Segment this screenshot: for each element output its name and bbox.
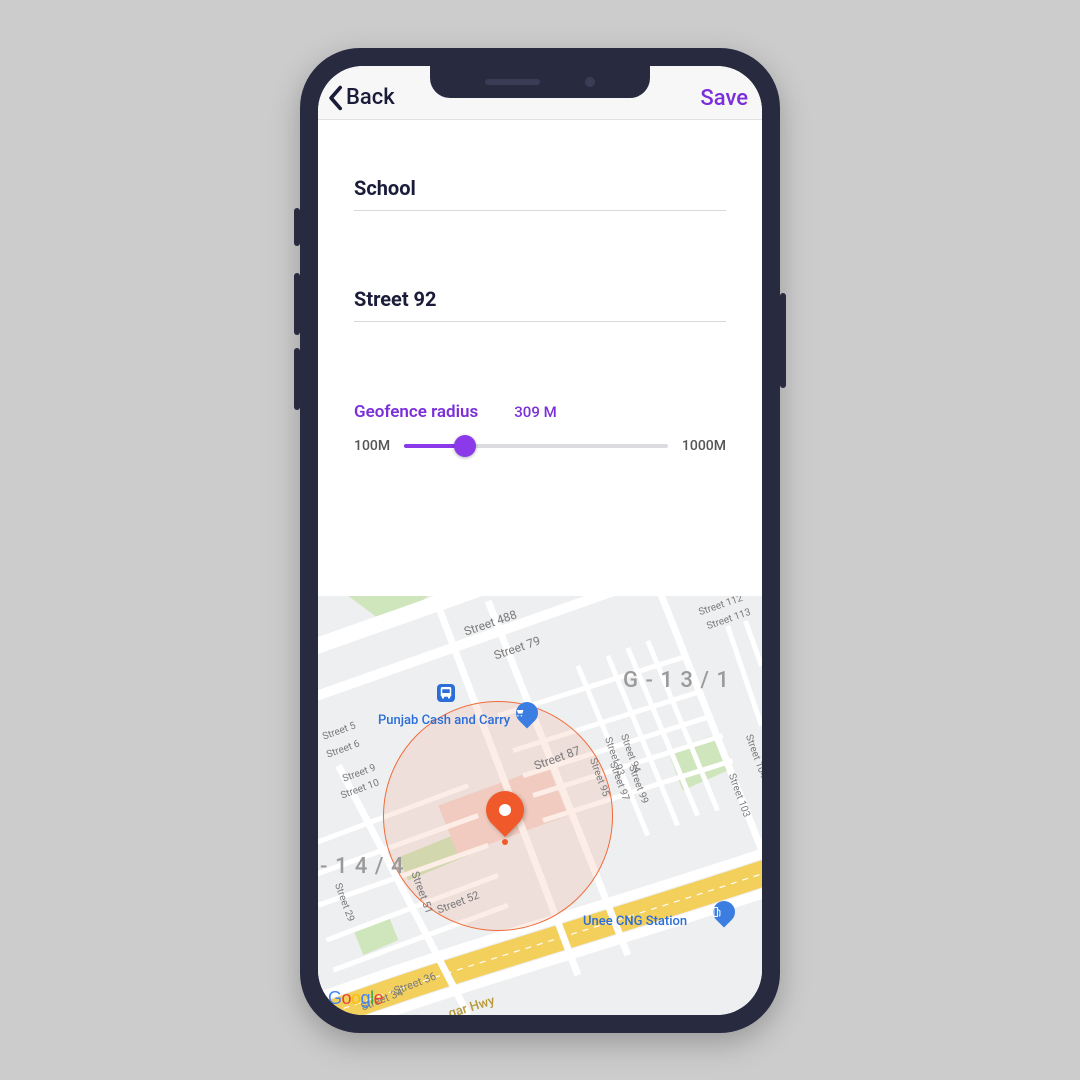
poi-pin-fuel[interactable] bbox=[713, 901, 737, 933]
poi-pin-shop[interactable] bbox=[516, 702, 540, 734]
power-button bbox=[780, 293, 786, 388]
back-label: Back bbox=[346, 85, 395, 110]
pin-icon bbox=[478, 783, 532, 837]
phone-frame: Back Save School Street 92 Geofence radi… bbox=[300, 48, 780, 1033]
geofence-value: 309 M bbox=[514, 403, 556, 421]
screen: Back Save School Street 92 Geofence radi… bbox=[318, 66, 762, 1015]
area-label-1: G - 1 3 / 1 bbox=[623, 668, 730, 693]
address-field[interactable]: Street 92 bbox=[354, 281, 726, 322]
mute-switch bbox=[294, 208, 300, 246]
poi-label-fuel[interactable]: Unee CNG Station bbox=[583, 914, 687, 929]
speaker-grille bbox=[485, 79, 540, 85]
slider-max: 1000M bbox=[682, 438, 726, 454]
geofence-section: Geofence radius 309 M 100M 1000M bbox=[354, 402, 726, 456]
front-camera bbox=[585, 77, 595, 87]
volume-down-button bbox=[294, 348, 300, 410]
volume-up-button bbox=[294, 273, 300, 335]
chevron-left-icon bbox=[326, 85, 344, 111]
location-pin[interactable] bbox=[486, 791, 530, 835]
notch bbox=[430, 66, 650, 98]
poi-label-shop[interactable]: Punjab Cash and Carry bbox=[378, 713, 510, 728]
save-button[interactable]: Save bbox=[700, 86, 748, 111]
fuel-icon bbox=[711, 906, 723, 918]
geofence-label: Geofence radius bbox=[354, 402, 478, 422]
back-button[interactable]: Back bbox=[326, 85, 395, 111]
place-name-field[interactable]: School bbox=[354, 170, 726, 211]
slider-thumb[interactable] bbox=[454, 435, 476, 457]
bus-stop-icon[interactable] bbox=[437, 684, 455, 702]
form-panel: School Street 92 Geofence radius 309 M 1… bbox=[318, 120, 762, 596]
slider-min: 100M bbox=[354, 438, 390, 454]
radius-slider[interactable] bbox=[404, 436, 668, 456]
area-label-2: - 1 4 / 4 bbox=[320, 854, 404, 879]
cart-icon bbox=[514, 707, 526, 719]
map-view[interactable]: G - 1 3 / 1 - 1 4 / 4 Punjab Cash and Ca… bbox=[318, 596, 762, 1015]
google-logo: Google bbox=[328, 988, 383, 1009]
